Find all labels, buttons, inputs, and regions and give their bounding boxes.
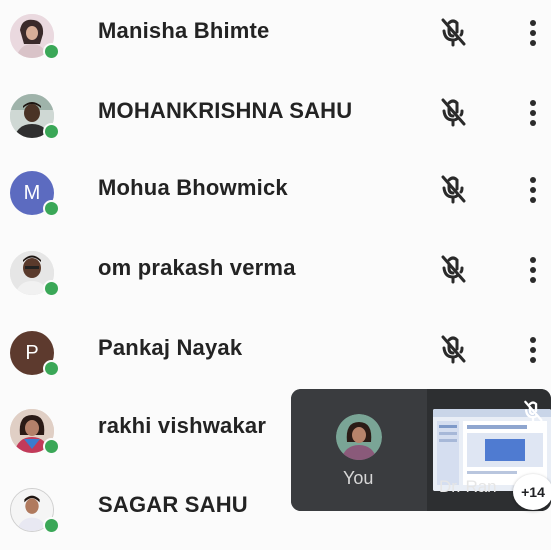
participant-row[interactable]: P Pankaj Nayak [0,313,551,393]
participant-row[interactable]: Manisha Bhimte [0,0,551,76]
mic-off-icon [520,398,546,424]
presenter-label: Dr. Ran [439,477,497,496]
mic-off-icon[interactable] [436,172,470,206]
avatar: M [10,171,60,217]
participant-name: SAGAR SAHU [98,492,248,517]
more-options-icon[interactable] [525,253,541,287]
more-options-icon[interactable] [525,333,541,367]
participant-name: rakhi vishwakar [98,413,267,438]
participant-row[interactable]: om prakash verma [0,233,551,313]
presence-dot [43,200,60,217]
avatar [10,94,60,140]
mic-off-icon[interactable] [436,95,470,129]
mic-off-icon[interactable] [436,252,470,286]
avatar [10,251,60,297]
participant-row[interactable]: MOHANKRISHNA SAHU [0,76,551,156]
avatar [10,409,60,455]
participant-row[interactable]: M Mohua Bhowmick [0,153,551,233]
others-count-badge[interactable]: +14 [513,474,551,510]
floating-call-preview[interactable]: You Dr. Ran [291,389,551,511]
self-label: You [343,468,374,488]
presence-dot [43,360,60,377]
mic-off-icon[interactable] [436,15,470,49]
avatar: P [10,331,60,377]
more-options-icon[interactable] [525,16,541,50]
participant-name: MOHANKRISHNA SAHU [98,98,353,123]
more-options-icon[interactable] [525,173,541,207]
self-avatar [336,414,382,460]
participant-name: Pankaj Nayak [98,335,243,360]
avatar [10,14,60,60]
participant-name: om prakash verma [98,255,296,280]
participant-name: Mohua Bhowmick [98,175,288,200]
presence-dot [43,43,60,60]
presence-dot [43,280,60,297]
avatar [10,488,60,534]
participant-name: Manisha Bhimte [98,18,270,43]
self-view-tile[interactable]: You [291,389,427,511]
more-options-icon[interactable] [525,96,541,130]
mic-off-icon[interactable] [436,332,470,366]
presence-dot [43,517,60,534]
presence-dot [43,438,60,455]
presence-dot [43,123,60,140]
